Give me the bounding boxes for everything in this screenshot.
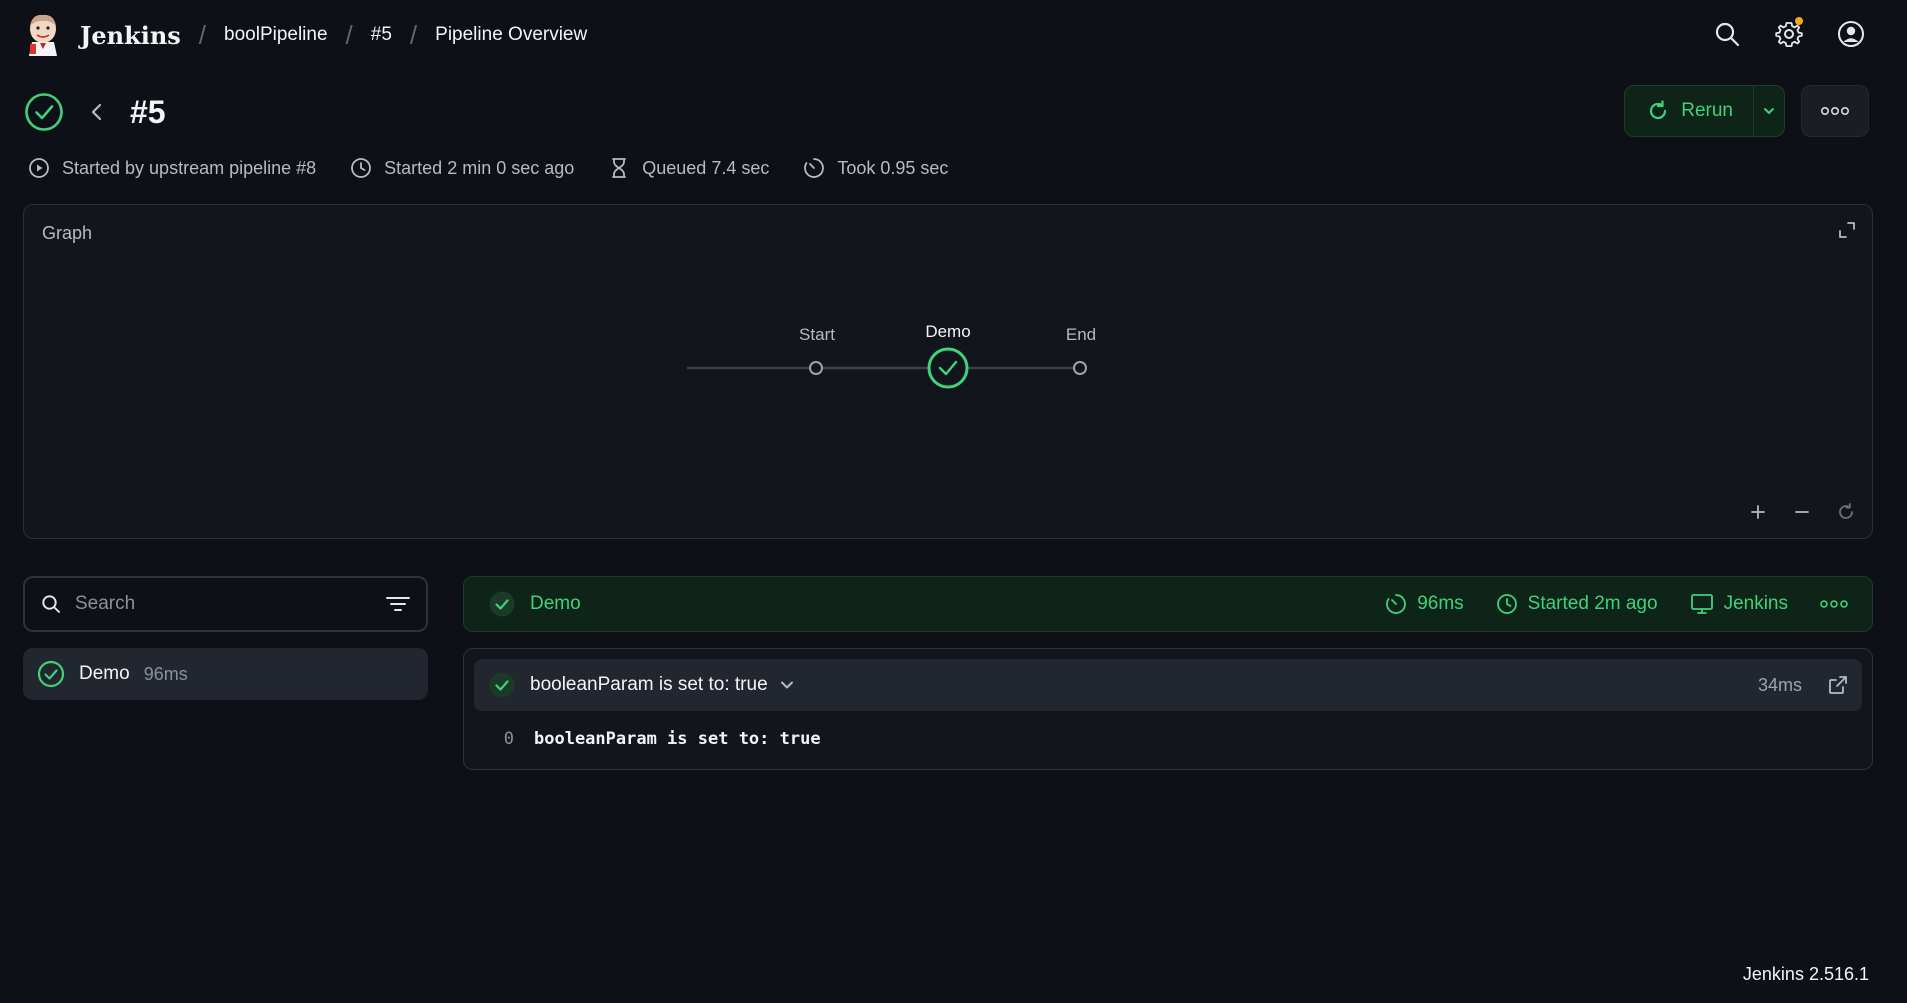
step-title: booleanParam is set to: true	[530, 674, 768, 695]
run-more-button[interactable]	[1801, 85, 1869, 137]
search-button[interactable]	[1709, 16, 1745, 52]
breadcrumb-job[interactable]: boolPipeline	[224, 24, 328, 46]
brand-name[interactable]: Jenkins	[80, 21, 181, 50]
minus-icon	[1795, 511, 1809, 513]
stage-steps-panel: booleanParam is set to: true 34ms 0 bool…	[463, 648, 1873, 770]
reset-zoom-button[interactable]	[1834, 500, 1858, 524]
account-button[interactable]	[1833, 16, 1869, 52]
user-icon	[1838, 21, 1864, 47]
meta-queued: Queued 7.4 sec	[608, 157, 769, 179]
meta-started-by: Started by upstream pipeline #8	[28, 157, 316, 179]
stage-detail-meta: 96ms Started 2m ago Jenkins	[1385, 593, 1848, 615]
log-line-number[interactable]: 0	[464, 729, 514, 749]
graph-node-demo-label[interactable]: Demo	[925, 322, 970, 342]
zoom-in-button[interactable]	[1746, 500, 1770, 524]
meta-started: Started 2 min 0 sec ago	[350, 157, 574, 179]
success-status-icon	[489, 591, 515, 617]
chevron-left-icon	[91, 103, 102, 121]
stage-started-text: Started 2m ago	[1527, 593, 1658, 614]
play-circle-icon	[29, 158, 49, 178]
rerun-options-button[interactable]	[1754, 86, 1784, 136]
stage-list-item-name: Demo	[79, 663, 130, 684]
reset-icon	[1839, 503, 1853, 519]
timer-icon	[804, 158, 825, 178]
stage-search-input[interactable]	[75, 593, 386, 615]
run-meta: Started by upstream pipeline #8 Started …	[28, 157, 948, 179]
filter-button[interactable]	[386, 595, 410, 613]
refresh-icon	[1650, 100, 1667, 120]
search-icon	[42, 595, 60, 613]
graph-node-end	[1073, 361, 1087, 375]
started-by-text[interactable]: Started by upstream pipeline #8	[62, 158, 316, 179]
pipeline-graph-panel: Graph Start Demo End	[23, 204, 1873, 539]
hourglass-icon	[612, 158, 627, 178]
took-text: Took 0.95 sec	[837, 157, 949, 178]
top-header: Jenkins / boolPipeline / #5 / Pipeline O…	[0, 0, 1907, 70]
jenkins-logo-icon[interactable]	[24, 12, 62, 58]
breadcrumb-pipeline-overview[interactable]: Pipeline Overview	[435, 24, 587, 46]
breadcrumb-separator: /	[198, 19, 207, 50]
breadcrumb-separator: /	[409, 19, 418, 50]
queued-text: Queued 7.4 sec	[642, 157, 770, 178]
breadcrumb-run[interactable]: #5	[371, 24, 392, 46]
zoom-out-button[interactable]	[1790, 500, 1814, 524]
stage-list-item[interactable]: Demo 96ms	[23, 648, 428, 700]
graph-node-demo	[927, 347, 969, 389]
graph-node-start-label: Start	[799, 325, 835, 344]
breadcrumb-separator: /	[345, 19, 353, 50]
run-title: #5	[130, 93, 166, 130]
graph-canvas	[687, 347, 1087, 389]
plus-icon	[1751, 505, 1765, 519]
step-row[interactable]: booleanParam is set to: true 34ms	[474, 659, 1862, 711]
graph-node-end-label: End	[1065, 325, 1097, 344]
log-line-text: booleanParam is set to: true	[534, 729, 821, 749]
stage-list-item-duration: 96ms	[143, 663, 188, 684]
stage-duration-text: 96ms	[1417, 593, 1464, 614]
rerun-button[interactable]: Rerun	[1625, 86, 1754, 136]
console-log-line: 0 booleanParam is set to: true	[464, 729, 821, 749]
timer-icon	[1386, 594, 1407, 614]
stage-started: Started 2m ago	[1496, 593, 1658, 615]
open-step-log-button[interactable]	[1828, 675, 1848, 695]
previous-run-button[interactable]	[86, 101, 108, 123]
success-status-icon	[37, 660, 65, 688]
more-horizontal-icon	[1820, 600, 1848, 608]
graph-zoom-controls	[1746, 500, 1858, 524]
step-collapse-button[interactable]	[778, 676, 796, 694]
rerun-split-button: Rerun	[1624, 85, 1785, 137]
clock-icon	[1496, 594, 1517, 614]
computer-icon	[1690, 594, 1713, 614]
stage-more-button[interactable]	[1820, 599, 1848, 609]
started-text: Started 2 min 0 sec ago	[384, 157, 575, 178]
meta-took: Took 0.95 sec	[803, 157, 948, 179]
chevron-down-icon	[1764, 108, 1774, 114]
filter-icon	[386, 597, 410, 611]
success-status-icon	[25, 93, 63, 131]
rerun-label: Rerun	[1681, 100, 1733, 121]
run-actions: Rerun	[1624, 85, 1869, 137]
run-title-row: #5	[24, 90, 166, 134]
clock-icon	[351, 158, 372, 178]
stage-agent-link[interactable]: Jenkins	[1724, 593, 1788, 615]
external-link-icon	[1829, 676, 1847, 694]
header-actions	[1709, 16, 1869, 52]
stage-detail-header: Demo 96ms Started 2m ago Jenkins	[463, 576, 1873, 632]
chevron-down-icon	[780, 681, 793, 689]
settings-button[interactable]	[1771, 16, 1807, 52]
graph-node-start	[809, 361, 823, 375]
jenkins-version[interactable]: Jenkins 2.516.1	[1743, 964, 1869, 985]
stage-duration: 96ms	[1385, 593, 1464, 615]
stage-detail-name: Demo	[530, 593, 581, 614]
success-status-icon	[489, 672, 515, 698]
notification-dot	[1795, 17, 1803, 25]
stage-search-box	[23, 576, 428, 632]
search-icon	[1715, 22, 1740, 47]
more-horizontal-icon	[1820, 106, 1849, 116]
stage-agent: Jenkins	[1690, 593, 1788, 615]
step-duration: 34ms	[1757, 674, 1802, 695]
